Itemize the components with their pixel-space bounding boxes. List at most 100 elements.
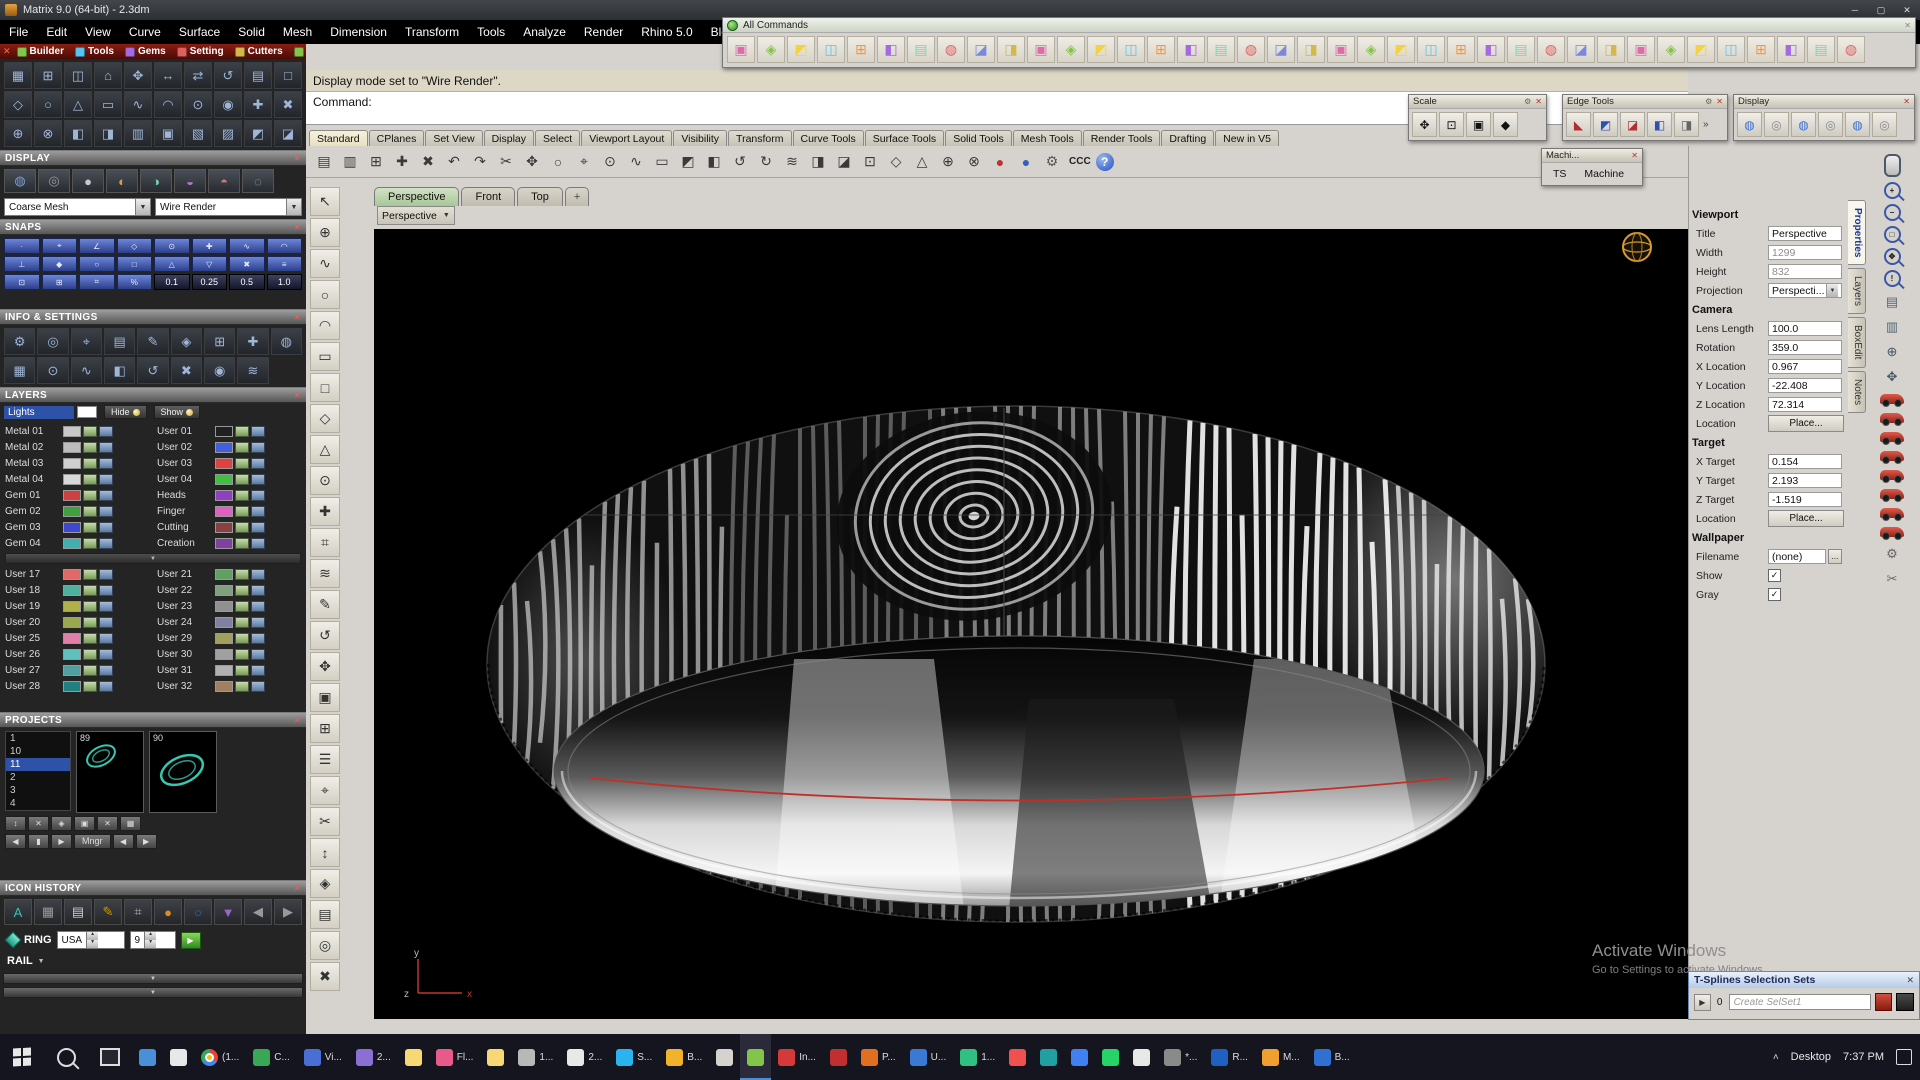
tool-icon[interactable]: ▤ [244, 62, 272, 89]
project-pager-button[interactable]: ▶ [136, 834, 157, 849]
command-icon[interactable]: ▤ [907, 36, 935, 63]
command-icon[interactable]: ◫ [1417, 36, 1445, 63]
display-globe-icon[interactable]: ◎ [1764, 112, 1789, 137]
viewport-tool-icon[interactable]: ▣ [310, 683, 340, 712]
toolbar-icon[interactable]: ◨ [806, 150, 830, 174]
section-close-icon[interactable]: ✕ [294, 313, 301, 322]
tool-icon[interactable]: ◧ [64, 120, 92, 147]
layer-row[interactable]: Metal 03 [5, 455, 149, 471]
taskbar-app[interactable]: B... [1307, 1034, 1357, 1080]
command-icon[interactable]: ⊞ [1447, 36, 1475, 63]
property-value[interactable]: 0.967 [1768, 359, 1842, 374]
layer-color-swatch[interactable] [215, 617, 233, 628]
display-mode-icon[interactable]: ◓ [208, 169, 240, 193]
layer-color-swatch[interactable] [215, 633, 233, 644]
project-item[interactable]: 1 [6, 732, 70, 745]
toolbar-icon[interactable]: ○ [546, 150, 570, 174]
matrix-tab-gems[interactable]: Gems [120, 46, 171, 57]
display-section-header[interactable]: DISPLAY ✕ [0, 150, 306, 166]
command-icon[interactable]: ◩ [1387, 36, 1415, 63]
layer-lock-toggle[interactable] [251, 458, 265, 469]
layer-visibility-toggle[interactable] [83, 458, 97, 469]
taskbar-app[interactable] [709, 1034, 740, 1080]
command-icon[interactable]: ◫ [817, 36, 845, 63]
viewport-tool-icon[interactable]: ↺ [310, 621, 340, 650]
toolbar-icon[interactable]: ↺ [728, 150, 752, 174]
section-close-icon[interactable]: ✕ [294, 391, 301, 400]
layer-visibility-toggle[interactable] [83, 522, 97, 533]
taskbar-app[interactable] [1033, 1034, 1064, 1080]
viewport-tool-icon[interactable]: ↖ [310, 187, 340, 216]
property-value[interactable]: -22.408 [1768, 378, 1842, 393]
viewport-tool-icon[interactable]: ▤ [310, 900, 340, 929]
history-icon[interactable]: ⌗ [124, 899, 152, 925]
machine-panel-titlebar[interactable]: Machi... ✕ [1542, 149, 1642, 163]
taskbar-app[interactable]: M... [1255, 1034, 1307, 1080]
snap-button[interactable]: ✚ [192, 238, 228, 254]
all-commands-titlebar[interactable]: All Commands ✕ [723, 18, 1915, 33]
command-icon[interactable]: ◩ [787, 36, 815, 63]
history-icon[interactable]: ▼ [214, 899, 242, 925]
render-car-icon[interactable] [1880, 451, 1904, 461]
scale-tool-icon[interactable]: ✥ [1412, 112, 1437, 137]
settings-icon[interactable]: ◎ [37, 328, 68, 355]
close-icon[interactable]: ✕ [1906, 975, 1914, 986]
layer-lock-toggle[interactable] [99, 617, 113, 628]
layer-lock-toggle[interactable] [99, 522, 113, 533]
tool-icon[interactable]: ⊞ [34, 62, 62, 89]
tsplines-titlebar[interactable]: T-Splines Selection Sets ✕ [1689, 972, 1919, 988]
layer-row[interactable]: User 30 [157, 646, 301, 662]
project-control-button[interactable]: ✕ [28, 816, 49, 831]
toolbar-icon[interactable]: △ [910, 150, 934, 174]
command-icon[interactable]: ◧ [1777, 36, 1805, 63]
machine-tab-ts[interactable]: TS [1545, 166, 1574, 182]
settings-icon[interactable]: ⊙ [37, 357, 68, 384]
layer-visibility-toggle[interactable] [83, 633, 97, 644]
notification-center-icon[interactable] [1896, 1049, 1912, 1065]
layer-color-swatch[interactable] [63, 538, 81, 549]
layer-visibility-toggle[interactable] [235, 442, 249, 453]
ribbon-tab-mesh-tools[interactable]: Mesh Tools [1013, 130, 1082, 146]
layer-lock-toggle[interactable] [251, 474, 265, 485]
layer-lock-toggle[interactable] [251, 506, 265, 517]
scale-tool-icon[interactable]: ⊡ [1439, 112, 1464, 137]
snap-button[interactable]: ⊥ [4, 256, 40, 272]
viewport-tool-icon[interactable]: ✎ [310, 590, 340, 619]
layer-lock-toggle[interactable] [99, 490, 113, 501]
layer-row[interactable]: Heads [157, 487, 301, 503]
render-car-icon[interactable] [1880, 489, 1904, 499]
tool-icon[interactable]: ⌂ [94, 62, 122, 89]
layer-lock-toggle[interactable] [251, 649, 265, 660]
layer-color-swatch[interactable] [63, 522, 81, 533]
tool-icon[interactable]: ▨ [214, 120, 242, 147]
tool-icon[interactable]: ◇ [4, 91, 32, 118]
layer-color-swatch[interactable] [63, 585, 81, 596]
layer-color-swatch[interactable] [63, 665, 81, 676]
edge-tool-icon[interactable]: ◧ [1647, 112, 1672, 137]
viewport-tool-icon[interactable]: △ [310, 435, 340, 464]
layer-visibility-toggle[interactable] [235, 601, 249, 612]
zoom-icon[interactable]: + [1884, 182, 1901, 199]
gear-icon[interactable]: ⚙ [1524, 97, 1531, 106]
snap-button[interactable]: ⌗ [79, 274, 115, 290]
layer-color-swatch[interactable] [215, 681, 233, 692]
taskbar-app[interactable]: S... [609, 1034, 659, 1080]
settings-icon[interactable]: ▤ [104, 328, 135, 355]
tool-icon[interactable]: ✚ [244, 91, 272, 118]
taskbar-app[interactable] [1095, 1034, 1126, 1080]
property-value[interactable]: 72.314 [1768, 397, 1842, 412]
layer-color-swatch[interactable] [63, 569, 81, 580]
history-icon[interactable]: ▶ [274, 899, 302, 925]
chevron-down-icon[interactable]: ▼ [135, 199, 150, 215]
scale-panel-titlebar[interactable]: Scale ⚙ ✕ [1409, 95, 1546, 109]
tool-icon[interactable]: ◨ [94, 120, 122, 147]
command-icon[interactable]: ⊞ [1747, 36, 1775, 63]
layer-visibility-toggle[interactable] [235, 665, 249, 676]
menu-mesh[interactable]: Mesh [274, 20, 321, 44]
history-icon[interactable]: ✎ [94, 899, 122, 925]
command-icon[interactable]: ◍ [1237, 36, 1265, 63]
layer-row[interactable]: User 18 [5, 582, 149, 598]
render-car-icon[interactable] [1880, 394, 1904, 404]
layer-color-swatch[interactable] [215, 442, 233, 453]
ribbon-tab-display[interactable]: Display [484, 130, 534, 146]
